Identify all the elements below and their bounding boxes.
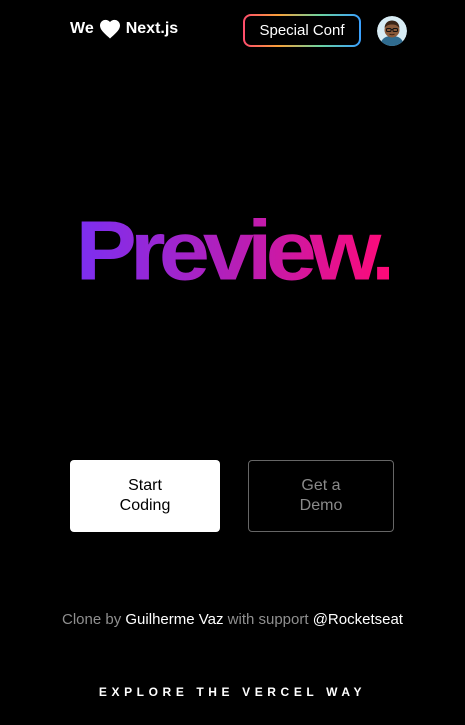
heart-icon (99, 19, 121, 39)
brand-text-right: Next.js (125, 20, 179, 37)
user-avatar-icon (377, 16, 407, 46)
explore-vercel-link[interactable]: EXPLORE THE VERCEL WAY (0, 685, 465, 699)
hero: Preview. (0, 205, 465, 297)
special-conf-label: Special Conf (245, 16, 359, 45)
credits-author: Guilherme Vaz (125, 611, 224, 628)
page: We Next.js Special Conf Preview. Start C… (0, 0, 465, 725)
start-coding-button[interactable]: Start Coding (70, 460, 220, 532)
credits-middle: with support (227, 611, 309, 628)
brand-logo[interactable]: We Next.js (70, 19, 178, 39)
special-conf-button[interactable]: Special Conf (243, 14, 361, 47)
credits: Clone by Guilherme Vaz with support @Roc… (0, 611, 465, 628)
hero-title: Preview. (75, 204, 397, 298)
avatar[interactable] (377, 16, 407, 46)
brand-text-left: We (70, 20, 94, 37)
get-a-demo-button[interactable]: Get a Demo (248, 460, 394, 532)
rocketseat-link[interactable]: @Rocketseat (313, 611, 403, 628)
credits-prefix: Clone by (62, 611, 122, 628)
